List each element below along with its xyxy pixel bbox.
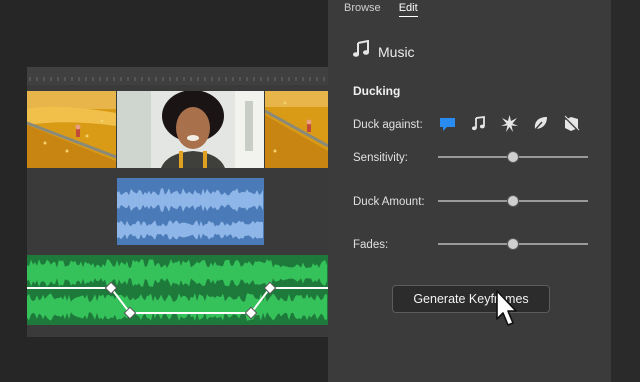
panel-title: Music: [378, 43, 415, 60]
ambience-leaf-icon[interactable]: [531, 114, 550, 133]
sensitivity-label: Sensitivity:: [353, 152, 408, 164]
volume-keyframe-line[interactable]: [27, 255, 328, 325]
tab-browse[interactable]: Browse: [344, 0, 381, 18]
timeline-panel: [0, 0, 328, 382]
unclassified-icon[interactable]: [562, 114, 581, 133]
generate-keyframes-button[interactable]: Generate Keyframes: [392, 285, 550, 313]
panel-tabs: Browse Edit: [344, 0, 418, 18]
duck-against-icons: [438, 114, 581, 133]
slider-thumb[interactable]: [507, 151, 519, 163]
music-note-icon: [352, 39, 370, 63]
dialogue-icon[interactable]: [438, 114, 457, 133]
video-clip-person[interactable]: [117, 91, 264, 168]
essential-sound-panel: Browse Edit Music Ducking Duck against:: [328, 0, 611, 382]
duck-against-label: Duck against:: [353, 119, 423, 131]
timeline-ruler[interactable]: [27, 67, 328, 85]
right-edge-panel: [611, 0, 640, 382]
fades-slider[interactable]: [438, 238, 588, 250]
fades-label: Fades:: [353, 239, 389, 251]
sfx-burst-icon[interactable]: [500, 114, 519, 133]
sensitivity-slider[interactable]: [438, 151, 588, 163]
music-note-icon[interactable]: [469, 114, 488, 133]
video-clip-flowers-right[interactable]: [265, 91, 328, 168]
tab-edit[interactable]: Edit: [398, 0, 418, 18]
ducking-section-label: Ducking: [353, 84, 401, 98]
duck-amount-label: Duck Amount:: [353, 196, 425, 208]
dialogue-audio-clip[interactable]: [117, 178, 264, 245]
video-clip-flowers-left[interactable]: [27, 91, 116, 168]
slider-thumb[interactable]: [507, 238, 519, 250]
music-header: Music: [352, 39, 415, 63]
mouse-cursor-icon: [496, 290, 517, 326]
duck-amount-slider[interactable]: [438, 195, 588, 207]
slider-thumb[interactable]: [507, 195, 519, 207]
